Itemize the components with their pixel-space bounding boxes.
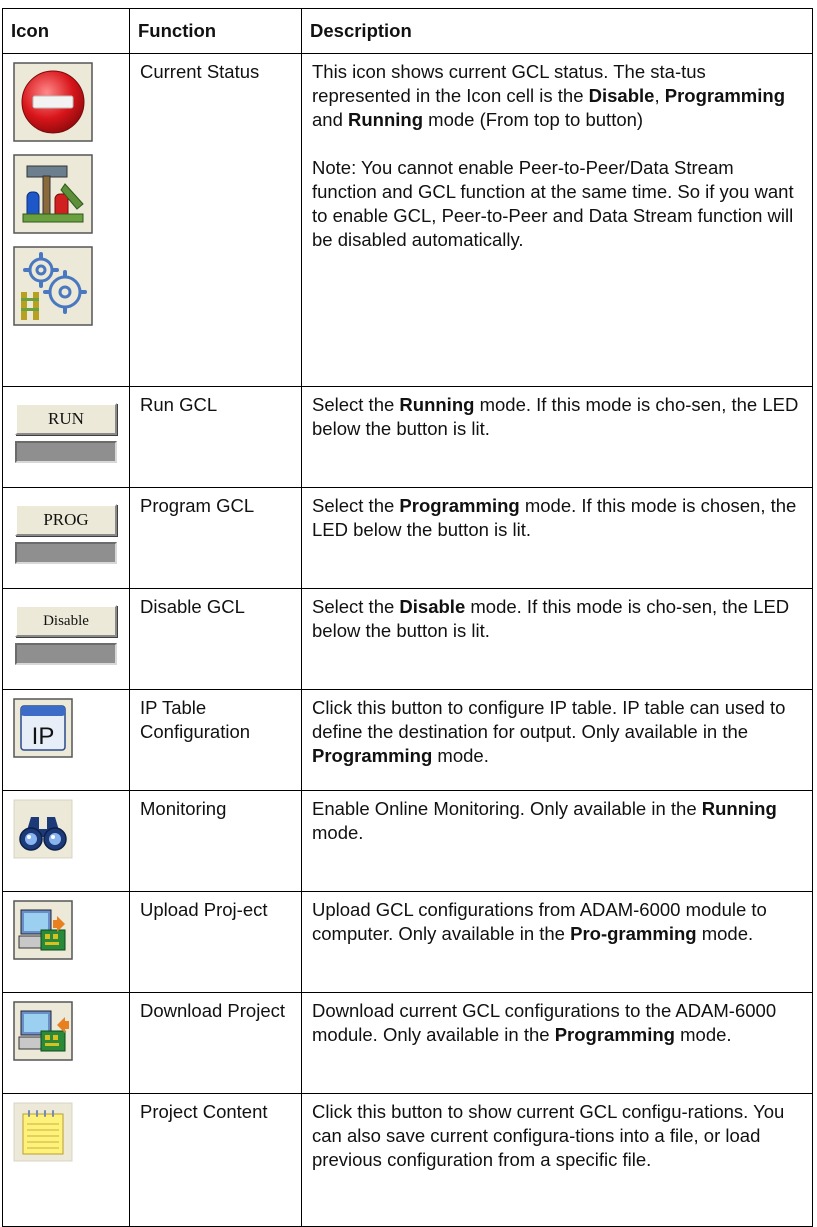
description-cell: This icon shows current GCL status. The … <box>301 53 813 387</box>
icon-cell <box>2 891 130 993</box>
header-description: Description <box>301 8 813 54</box>
description-cell: Click this button to configure IP table.… <box>301 689 813 791</box>
description-cell: Download current GCL configurations to t… <box>301 992 813 1094</box>
run-button-label: RUN <box>15 403 117 435</box>
function-cell: IP Table Configuration <box>129 689 302 791</box>
function-cell: Program GCL <box>129 487 302 589</box>
upload-project-icon <box>13 900 73 960</box>
function-cell: Monitoring <box>129 790 302 892</box>
icon-cell: RUN <box>2 386 130 488</box>
function-cell: Run GCL <box>129 386 302 488</box>
icon-cell <box>2 790 130 892</box>
led-indicator <box>15 542 117 564</box>
svg-text:IP: IP <box>32 723 55 750</box>
gcl-function-table: Icon Function Description Current Status… <box>2 8 813 1227</box>
function-cell: Upload Proj-ect <box>129 891 302 993</box>
header-function: Function <box>129 8 302 54</box>
icon-cell: IP <box>2 689 130 791</box>
table-row: IP IP Table Configuration Click this but… <box>2 689 813 791</box>
description-cell: Select the Running mode. If this mode is… <box>301 386 813 488</box>
disable-button-icon: Disable <box>13 603 119 675</box>
programming-status-icon <box>13 154 93 234</box>
table-row: Monitoring Enable Online Monitoring. Onl… <box>2 790 813 892</box>
function-cell: Disable GCL <box>129 588 302 690</box>
led-indicator <box>15 643 117 665</box>
run-button-icon: RUN <box>13 401 119 473</box>
table-row: Upload Proj-ect Upload GCL configuration… <box>2 891 813 993</box>
download-project-icon <box>13 1001 73 1061</box>
description-cell: Select the Programming mode. If this mod… <box>301 487 813 589</box>
icon-cell: PROG <box>2 487 130 589</box>
header-icon: Icon <box>2 8 130 54</box>
note-text: Note: You cannot enable Peer-to-Peer/Dat… <box>312 157 794 250</box>
table-row: Download Project Download current GCL co… <box>2 992 813 1094</box>
table-row: PROG Program GCL Select the Programming … <box>2 487 813 589</box>
function-cell: Current Status <box>129 53 302 387</box>
notepad-icon <box>13 1102 73 1162</box>
function-cell: Project Content <box>129 1093 302 1227</box>
binoculars-icon <box>13 799 73 859</box>
table-row: Current Status This icon shows current G… <box>2 53 813 387</box>
disable-status-icon <box>13 62 93 142</box>
icon-cell <box>2 53 130 387</box>
icon-cell <box>2 992 130 1094</box>
description-cell: Select the Disable mode. If this mode is… <box>301 588 813 690</box>
led-indicator <box>15 441 117 463</box>
prog-button-label: PROG <box>15 504 117 536</box>
table-row: Disable Disable GCL Select the Disable m… <box>2 588 813 690</box>
table-row: Project Content Click this button to sho… <box>2 1093 813 1227</box>
description-cell: Upload GCL configurations from ADAM-6000… <box>301 891 813 993</box>
icon-cell: Disable <box>2 588 130 690</box>
function-cell: Download Project <box>129 992 302 1094</box>
running-status-icon <box>13 246 93 326</box>
table-header-row: Icon Function Description <box>2 8 813 54</box>
prog-button-icon: PROG <box>13 502 119 574</box>
description-cell: Click this button to show current GCL co… <box>301 1093 813 1227</box>
ip-table-icon: IP <box>13 698 73 758</box>
disable-button-label: Disable <box>15 605 117 637</box>
table-row: RUN Run GCL Select the Running mode. If … <box>2 386 813 488</box>
icon-cell <box>2 1093 130 1227</box>
description-cell: Enable Online Monitoring. Only available… <box>301 790 813 892</box>
